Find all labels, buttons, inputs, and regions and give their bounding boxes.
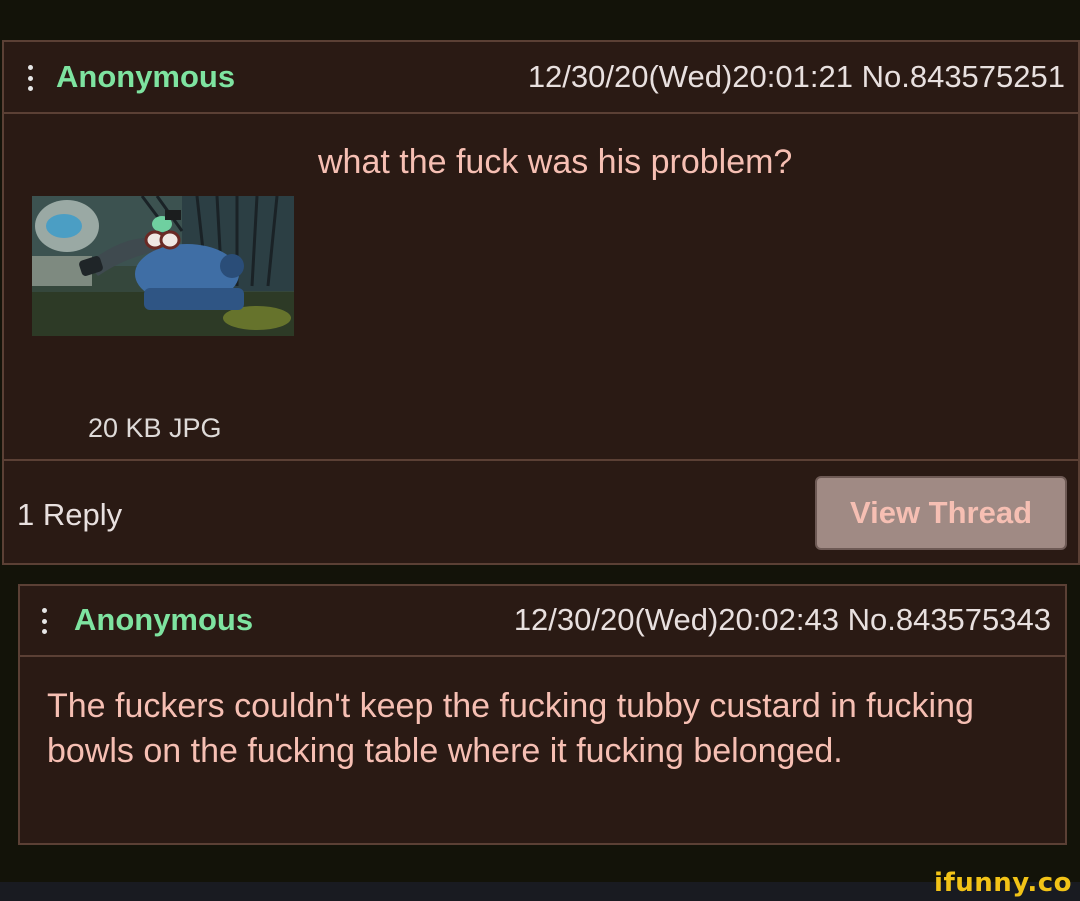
bottom-bar <box>0 882 1080 901</box>
file-info: 20 KB JPG <box>88 413 222 443</box>
reply-count: 1 Reply <box>17 497 123 532</box>
op-post: Anonymous 12/30/20(Wed)20:01:21 No.84357… <box>2 40 1080 565</box>
poster-name: Anonymous <box>56 59 236 94</box>
reply-post: Anonymous 12/30/20(Wed)20:02:43 No.84357… <box>18 584 1067 845</box>
poster-name: Anonymous <box>74 602 254 637</box>
divider <box>4 459 1078 461</box>
kebab-menu-icon[interactable] <box>42 608 47 634</box>
kebab-menu-icon[interactable] <box>28 65 33 91</box>
post-text: what the fuck was his problem? <box>318 143 793 181</box>
view-thread-button[interactable]: View Thread <box>815 476 1067 550</box>
op-post-header: Anonymous 12/30/20(Wed)20:01:21 No.84357… <box>4 42 1078 114</box>
reply-post-header: Anonymous 12/30/20(Wed)20:02:43 No.84357… <box>20 586 1065 657</box>
post-text: The fuckers couldn't keep the fucking tu… <box>47 687 974 770</box>
watermark-logo: ifunny.co <box>934 868 1072 898</box>
post-thumbnail[interactable] <box>32 196 294 336</box>
post-meta: 12/30/20(Wed)20:02:43 No.843575343 <box>513 602 1051 637</box>
post-meta: 12/30/20(Wed)20:01:21 No.843575251 <box>527 59 1065 94</box>
